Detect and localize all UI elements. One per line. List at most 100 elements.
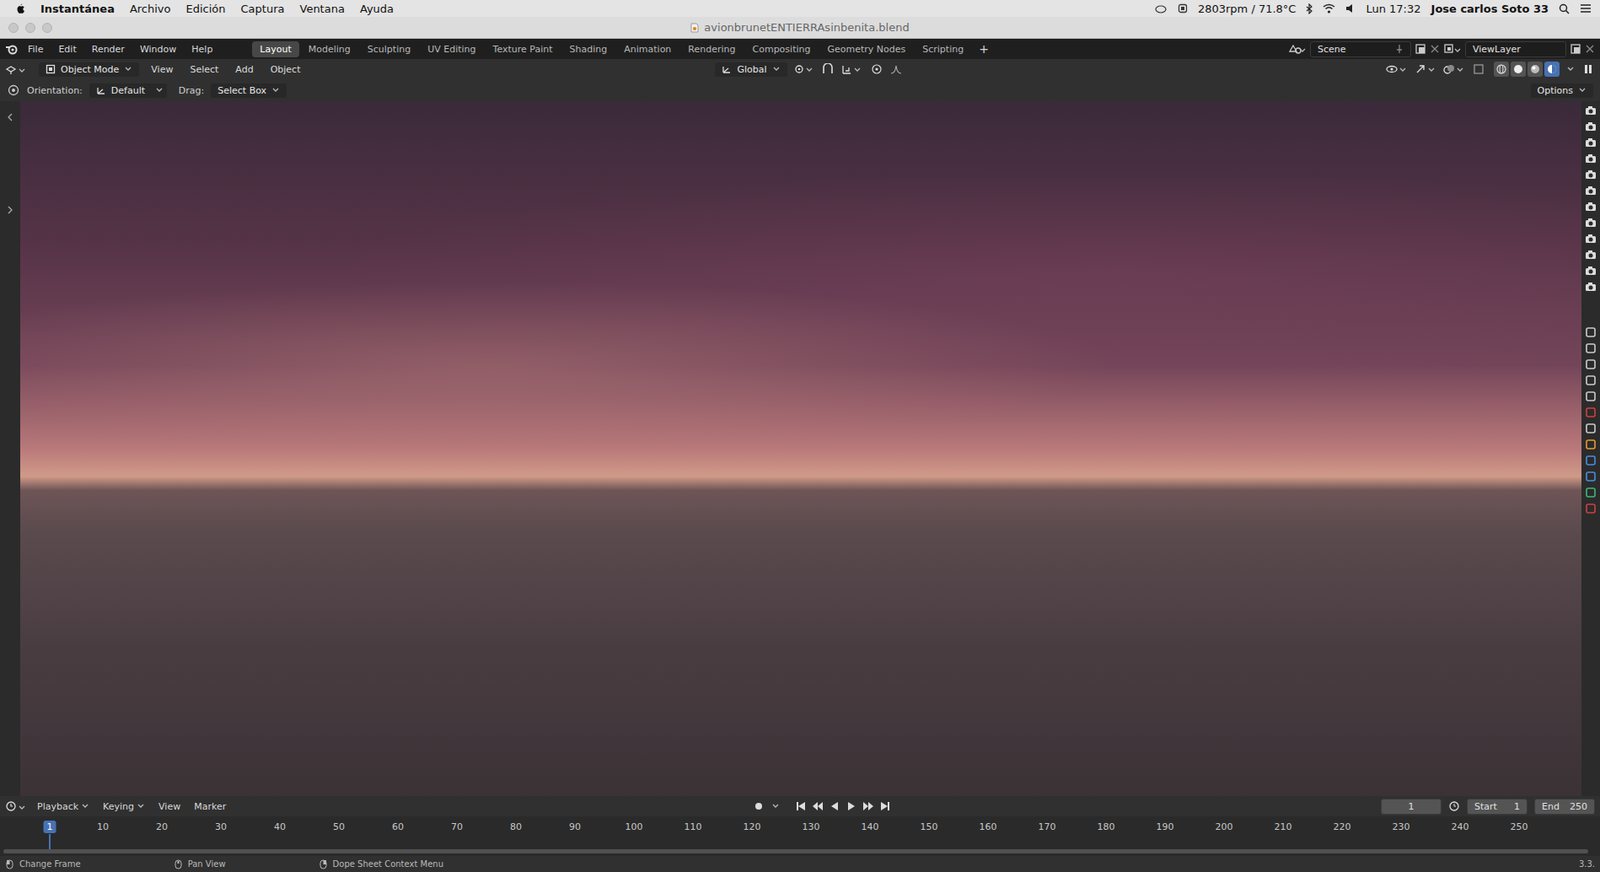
list-icon[interactable] xyxy=(1579,3,1592,14)
close-button[interactable] xyxy=(8,22,19,33)
camera-icon[interactable] xyxy=(1584,120,1597,133)
menu-item[interactable]: File xyxy=(21,42,49,57)
delete-viewlayer-icon[interactable] xyxy=(1584,43,1595,54)
view-layer-icon[interactable] xyxy=(1584,374,1597,387)
workspace-tab[interactable]: Layout xyxy=(252,41,299,58)
menu-item[interactable]: View xyxy=(145,62,178,77)
editor-type-icon[interactable] xyxy=(5,62,27,76)
clock[interactable]: Lun 17:32 xyxy=(1365,2,1421,16)
camera-icon[interactable] xyxy=(1584,184,1597,197)
modifier-icon[interactable] xyxy=(1584,454,1597,467)
gizmo-icon[interactable] xyxy=(1414,63,1437,76)
end-frame-field[interactable]: End250 xyxy=(1534,798,1595,815)
camera-icon[interactable] xyxy=(1584,136,1597,149)
tool-icon[interactable] xyxy=(6,83,21,97)
workspace-tab[interactable]: Geometry Nodes xyxy=(819,41,913,58)
start-frame-field[interactable]: Start1 xyxy=(1466,798,1528,815)
minimize-button[interactable] xyxy=(25,22,36,33)
orientation-dropdown[interactable]: Default xyxy=(89,83,167,98)
workspace-tab[interactable]: Scripting xyxy=(914,41,972,58)
shading-rendered-button[interactable] xyxy=(1544,61,1560,77)
jump-end-icon[interactable] xyxy=(879,800,892,812)
transform-orientation-dropdown[interactable]: Global xyxy=(714,62,787,77)
shading-solid-button[interactable] xyxy=(1510,61,1526,77)
menu-item[interactable]: Help xyxy=(185,42,219,57)
shading-wireframe-button[interactable] xyxy=(1493,61,1509,77)
timeline-ruler[interactable]: 1102030405060708090100110120130140150160… xyxy=(0,816,1600,856)
apple-icon[interactable] xyxy=(15,2,26,15)
workspace-tab[interactable]: Modeling xyxy=(300,41,359,58)
next-keyframe-icon[interactable] xyxy=(862,800,875,812)
workspace-tab[interactable]: Texture Paint xyxy=(485,41,561,58)
camera-icon[interactable] xyxy=(1584,264,1597,277)
menu-item[interactable]: Edición xyxy=(186,2,226,16)
sensor-reading[interactable]: 2803rpm / 71.8°C xyxy=(1197,2,1297,16)
caret-icon[interactable] xyxy=(1566,64,1575,74)
camera-icon[interactable] xyxy=(1584,248,1597,261)
prev-keyframe-icon[interactable] xyxy=(811,800,824,812)
timeline-menu[interactable]: Marker xyxy=(190,799,230,814)
camera-icon[interactable] xyxy=(1584,232,1597,245)
menu-item[interactable]: Archivo xyxy=(129,2,172,16)
menu-item[interactable]: Object xyxy=(265,62,307,77)
snap-icon[interactable] xyxy=(821,63,835,76)
user-name[interactable]: Jose carlos Soto 33 xyxy=(1431,2,1549,16)
mode-dropdown[interactable]: Object Mode xyxy=(38,62,140,77)
caret-icon[interactable] xyxy=(771,801,780,811)
clock-icon[interactable] xyxy=(1448,800,1461,812)
drag-dropdown[interactable]: Select Box xyxy=(210,83,287,98)
output-icon[interactable] xyxy=(1584,358,1597,371)
menu-item[interactable]: Ventana xyxy=(300,2,345,16)
object-icon[interactable] xyxy=(1584,438,1597,451)
tool-icon[interactable] xyxy=(1584,326,1597,339)
new-scene-icon[interactable] xyxy=(1414,42,1427,55)
menu-item[interactable]: Render xyxy=(85,42,131,57)
visibility-icon[interactable] xyxy=(1385,63,1408,76)
scene-icon[interactable] xyxy=(1584,390,1597,403)
camera-icon[interactable] xyxy=(1584,168,1597,181)
world-icon[interactable] xyxy=(1584,406,1597,419)
camera-icon[interactable] xyxy=(1584,216,1597,229)
scene-icon[interactable] xyxy=(1288,42,1307,55)
workspace-tab[interactable]: Compositing xyxy=(745,41,819,58)
bluetooth-icon[interactable] xyxy=(1305,3,1313,15)
camera-icon[interactable] xyxy=(1584,152,1597,165)
options-dropdown[interactable]: Options xyxy=(1530,83,1594,98)
record-icon[interactable] xyxy=(752,800,765,812)
viewlayer-field[interactable]: ViewLayer xyxy=(1465,41,1567,58)
menu-item[interactable]: Window xyxy=(134,42,183,57)
workspace-tab[interactable]: UV Editing xyxy=(419,41,484,58)
cloud-icon[interactable] xyxy=(1154,3,1168,14)
current-frame-field[interactable]: 1 xyxy=(1380,798,1442,815)
workspace-tab[interactable]: Rendering xyxy=(680,41,743,58)
chip-icon[interactable] xyxy=(1177,3,1188,14)
rendered-scene[interactable] xyxy=(20,101,1582,796)
overlay-icon[interactable] xyxy=(1443,63,1466,76)
new-viewlayer-icon[interactable] xyxy=(1569,42,1582,55)
playhead-frame[interactable]: 1 xyxy=(43,820,57,833)
constraint-icon[interactable] xyxy=(1584,486,1597,499)
render-icon[interactable] xyxy=(1584,342,1597,355)
menu-item[interactable]: Captura xyxy=(241,2,285,16)
physics-icon[interactable] xyxy=(1584,470,1597,483)
camera-icon[interactable] xyxy=(1584,200,1597,213)
toggle-sidebar-button[interactable] xyxy=(1581,62,1595,76)
volume-icon[interactable] xyxy=(1345,3,1356,14)
menu-item[interactable]: Ayuda xyxy=(359,2,394,16)
search-icon[interactable] xyxy=(1558,3,1570,15)
expand-arrow-icon[interactable] xyxy=(6,205,14,215)
collection-icon[interactable] xyxy=(1584,422,1597,435)
play-reverse-icon[interactable] xyxy=(828,800,841,812)
workspace-tab[interactable]: Animation xyxy=(616,41,679,58)
menu-item[interactable]: Select xyxy=(184,62,224,77)
wifi-icon[interactable] xyxy=(1322,3,1336,14)
blender-logo-icon[interactable] xyxy=(5,42,19,55)
viewlayer-icon[interactable] xyxy=(1443,42,1462,55)
camera-icon[interactable] xyxy=(1584,280,1597,293)
workspace-tab[interactable]: Shading xyxy=(562,41,616,58)
delete-scene-icon[interactable] xyxy=(1429,43,1440,54)
add-workspace-button[interactable]: + xyxy=(972,40,995,58)
zoom-button[interactable] xyxy=(42,22,53,33)
timeline-scrollbar[interactable] xyxy=(3,848,1589,854)
pin-icon[interactable] xyxy=(1395,43,1404,54)
